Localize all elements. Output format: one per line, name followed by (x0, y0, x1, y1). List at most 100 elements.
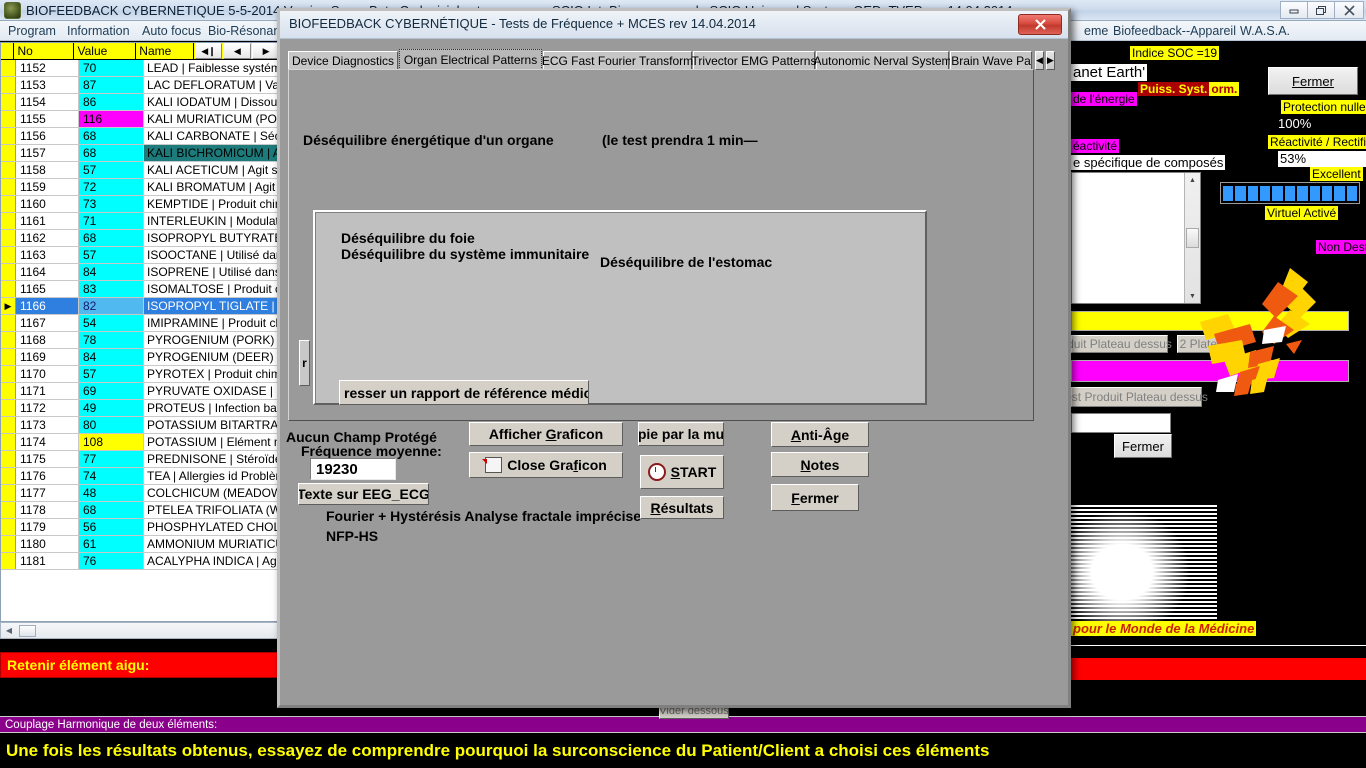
elements-data-grid[interactable]: No Value Name ◀❙ ◀ ▶ 1152 70 LEAD | Faible… (0, 42, 281, 622)
table-row[interactable]: 115857KALI ACETICUM | Agit sur le (1, 162, 280, 179)
listbox-scroll-up-icon[interactable]: ▲ (1185, 173, 1200, 187)
cell-no: 1158 (16, 162, 79, 178)
row-marker (1, 77, 16, 93)
rapport-reference-medicale-button[interactable]: resser un rapport de référence médica (339, 380, 589, 405)
menu-item-eme[interactable]: eme (1084, 23, 1108, 39)
cell-value: 74 (79, 468, 144, 484)
table-row[interactable]: 117169PYRUVATE OXIDASE | Enz (1, 383, 280, 400)
table-row[interactable]: 116583ISOMALTOSE | Produit chim (1, 281, 280, 298)
listbox-scroll-thumb[interactable] (1186, 228, 1199, 248)
close-button[interactable] (1334, 1, 1364, 19)
menu-item-biofeedback-appareil[interactable]: Biofeedback--Appareil (1113, 23, 1236, 39)
row-marker (1, 536, 16, 552)
planet-earth-label: anet Earth' (1071, 64, 1148, 81)
table-row[interactable]: 1174108POTASSIUM | Elément nutri (1, 434, 280, 451)
right-listbox[interactable]: ▲ ▼ (1071, 172, 1201, 304)
row-marker (1, 553, 16, 569)
grid-horizontal-scrollbar[interactable]: ◀ (0, 622, 281, 639)
table-row[interactable]: 117956PHOSPHYLATED CHOLINE (1, 519, 280, 536)
fermer-top-button[interactable]: Fermer (1268, 67, 1358, 95)
protection-nulle-label: Protection nulle (1281, 100, 1366, 114)
cell-value: 68 (79, 128, 144, 144)
scrollbar-thumb[interactable] (19, 624, 36, 637)
table-row[interactable]: 116357ISOOCTANE | Utilisé dans le (1, 247, 280, 264)
cell-value: 61 (79, 536, 144, 552)
cell-value: 70 (79, 60, 144, 76)
tab-autonomic-nerval-system[interactable]: Autonomic Nerval System (813, 51, 952, 70)
cell-value: 87 (79, 77, 144, 93)
minimize-button[interactable] (1280, 1, 1308, 19)
table-row[interactable]: 117674TEA | Allergies id Problèmes (1, 468, 280, 485)
table-row[interactable]: 1156 68 KALI CARBONATE | Séche (1, 128, 280, 145)
table-row[interactable]: 1173 80 POTASSIUM BITARTRATE (1, 417, 280, 434)
menu-item-program[interactable]: Program (8, 23, 56, 39)
tab-ecg-fast-fourier-transform[interactable]: ECG Fast Fourier Transform (542, 51, 693, 70)
cell-name: PROTEUS | Infection bactér (144, 400, 280, 416)
table-row[interactable]: 116984PYROGENIUM (DEER) | Ma (1, 349, 280, 366)
table-row[interactable]: 115972KALI BROMATUM | Agit sur (1, 179, 280, 196)
fermer-bottom-button[interactable]: Fermer (1114, 434, 1172, 458)
produit-plateau-dessus-button[interactable]: duit Plateau dessus (1067, 335, 1172, 353)
dialog-close-button[interactable] (1018, 14, 1062, 35)
cell-value: 68 (79, 145, 144, 161)
table-row[interactable]: 117577PREDNISONE | Stéroïdes s (1, 451, 280, 468)
cell-no: 1162 (16, 230, 79, 246)
grid-first-record-button[interactable]: ◀❙ (194, 43, 223, 59)
tab-scroll-left-icon[interactable]: ◀ (1035, 51, 1044, 70)
afficher-graficon-button[interactable]: Afficher Graficon (469, 422, 623, 446)
resultats-button[interactable]: Résultats (640, 496, 724, 519)
test-produit-plateau-dessus-button[interactable]: est Produit Plateau dessus (1065, 387, 1208, 407)
texte-sur-eeg-ecg-button[interactable]: Texte sur EEG_ECG (298, 483, 429, 505)
restore-button[interactable] (1307, 1, 1335, 19)
close-graficon-button[interactable]: Close Graficon (469, 452, 623, 478)
tab-scroll-right-icon[interactable]: ▶ (1045, 51, 1055, 70)
grid-prev-record-button[interactable]: ◀ (223, 43, 252, 59)
table-row[interactable]: 117868PTELEA TRIFOLIATA (WAT (1, 502, 280, 519)
cell-no: 1157 (16, 145, 79, 161)
table-row[interactable]: 116073KEMPTIDE | Produit chimiqu (1, 196, 280, 213)
cell-name: PYRUVATE OXIDASE | Enz (144, 383, 280, 399)
grid-next-record-button[interactable]: ▶ (252, 43, 280, 59)
scroll-left-icon[interactable]: ◀ (1, 626, 17, 635)
tab-brain-wave-pa[interactable]: Brain Wave Pa (950, 51, 1032, 70)
cell-name: ACALYPHA INDICA | Agit su (144, 553, 280, 569)
table-row[interactable]: 1157 68 KALI BICHROMICUM | Agit (1, 145, 280, 162)
table-row[interactable]: 116754IMIPRAMINE | Produit chimi (1, 315, 280, 332)
table-row[interactable]: 1180 61 AMMONIUM MURIATICUM (1, 536, 280, 553)
frequence-moyenne-input[interactable]: 19230 (310, 458, 396, 480)
cell-name: KEMPTIDE | Produit chimiqu (144, 196, 280, 212)
cell-value: 57 (79, 247, 144, 263)
dialog-fermer-button[interactable]: Fermer (771, 484, 859, 511)
cell-name: PREDNISONE | Stéroïdes s (144, 451, 280, 467)
table-row[interactable]: 117748COLCHICUM (MEADOW SA (1, 485, 280, 502)
segment-block (1309, 185, 1320, 201)
table-row[interactable]: 117249PROTEUS | Infection bactér (1, 400, 280, 417)
table-row[interactable]: 116268ISOPROPYL BUTYRATE | I (1, 230, 280, 247)
tab-device-diagnostics[interactable]: Device Diagnostics (288, 51, 398, 70)
window-controls (1280, 1, 1364, 19)
anti-age-button[interactable]: Anti-Âge (771, 422, 869, 447)
table-row[interactable]: ▶116682ISOPROPYL TIGLATE | Add (1, 298, 280, 315)
table-row[interactable]: 116484ISOPRENE | Utilisé dans l'in (1, 264, 280, 281)
menu-item-wasa[interactable]: W.A.S.A. (1240, 23, 1290, 39)
start-button[interactable]: START (640, 455, 724, 489)
menu-item-information[interactable]: Information (67, 23, 130, 39)
table-row[interactable]: 115387LAC DEFLORATUM | Variati (1, 77, 280, 94)
notes-button[interactable]: Notes (771, 452, 869, 477)
table-row[interactable]: 116171INTERLEUKIN | Modulateur (1, 213, 280, 230)
side-tab-button[interactable]: r (299, 340, 310, 386)
table-row[interactable]: 118176ACALYPHA INDICA | Agit su (1, 553, 280, 570)
table-row[interactable]: 115270LEAD | Faiblesse systémique (1, 60, 280, 77)
right-text-input[interactable] (1071, 413, 1171, 433)
tab-organ-electrical-patterns[interactable]: Organ Electrical Patterns (399, 49, 542, 70)
resultats-label: Résultats (650, 499, 714, 516)
table-row[interactable]: 1155116KALI MURIATICUM (POTAS (1, 111, 280, 128)
cell-name: KALI ACETICUM | Agit sur le (144, 162, 280, 178)
menu-item-auto-focus[interactable]: Auto focus (142, 23, 201, 39)
produit-plateau-dessus-label: duit Plateau dessus (1067, 337, 1172, 351)
tab-trivector-emg-patterns[interactable]: Trivector EMG Patterns (692, 51, 816, 70)
table-row[interactable]: 115486KALI IODATUM | Dissout les (1, 94, 280, 111)
table-row[interactable]: 1168 78 PYROGENIUM (PORK) | id (1, 332, 280, 349)
therapie-musique-button[interactable]: apie par la mus (638, 422, 724, 446)
table-row[interactable]: 117057PYROTEX | Produit chimique (1, 366, 280, 383)
